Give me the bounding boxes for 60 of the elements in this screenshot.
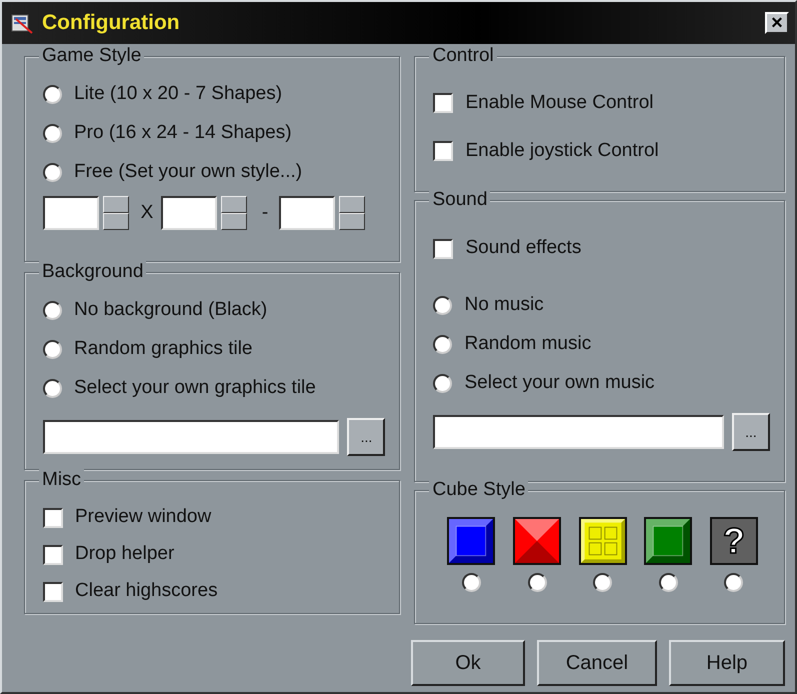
- option-label: Select your own music: [464, 371, 655, 396]
- radio-button[interactable]: [433, 296, 452, 315]
- path-field[interactable]: [43, 420, 340, 454]
- radio-button[interactable]: [433, 374, 452, 393]
- dialog-button[interactable]: Ok: [411, 640, 525, 686]
- spin-buttons[interactable]: [103, 196, 129, 230]
- checkbox-label: Clear highscores: [75, 579, 218, 604]
- radio-button[interactable]: [43, 163, 62, 182]
- group-title: Game Style: [39, 45, 144, 67]
- checkbox-label: Drop helper: [75, 542, 174, 566]
- window-title: Configuration: [42, 10, 181, 36]
- radio-button[interactable]: [43, 340, 62, 359]
- checkbox-label: Enable joystick Control: [465, 138, 659, 163]
- checkbox[interactable]: [43, 508, 63, 528]
- radio-button[interactable]: [43, 85, 62, 104]
- option-label: Free (Set your own style...): [74, 160, 302, 184]
- checkbox[interactable]: [433, 141, 454, 161]
- option-label: Pro (16 x 24 - 14 Shapes): [74, 121, 292, 146]
- dialog-button[interactable]: Cancel: [537, 640, 657, 686]
- browse-button[interactable]: ...: [732, 413, 770, 451]
- close-button[interactable]: ×: [765, 12, 789, 34]
- radio-button[interactable]: [724, 573, 744, 592]
- cube-tile[interactable]: ?: [710, 517, 758, 565]
- group-title: Background: [39, 261, 146, 283]
- number-field[interactable]: [43, 196, 99, 230]
- checkbox[interactable]: [43, 582, 63, 602]
- separator-text: X: [140, 200, 154, 225]
- radio-button[interactable]: [528, 573, 547, 592]
- checkbox[interactable]: [433, 93, 454, 113]
- radio-button[interactable]: [43, 301, 62, 320]
- checkbox[interactable]: [43, 544, 63, 564]
- radio-button[interactable]: [433, 335, 452, 354]
- number-field[interactable]: [161, 196, 217, 230]
- option-label: Random graphics tile: [74, 337, 252, 362]
- cube-tile[interactable]: [447, 517, 496, 565]
- radio-button[interactable]: [43, 124, 62, 143]
- radio-button[interactable]: [43, 379, 62, 398]
- radio-button[interactable]: [593, 573, 612, 592]
- cube-tile[interactable]: [644, 517, 692, 565]
- spin-buttons[interactable]: [221, 196, 247, 230]
- browse-button[interactable]: ...: [347, 418, 386, 456]
- path-field[interactable]: [433, 415, 724, 449]
- checkbox-label: Sound effects: [465, 236, 582, 260]
- checkbox[interactable]: [433, 238, 454, 258]
- option-label: Random music: [464, 332, 592, 356]
- option-label: No music: [464, 293, 544, 318]
- option-label: Lite (10 x 20 - 7 Shapes): [74, 82, 282, 106]
- option-label: No background (Black): [74, 298, 268, 322]
- separator-text: -: [260, 200, 270, 225]
- group-title: Cube Style: [429, 479, 528, 501]
- cube-tile[interactable]: [578, 517, 627, 565]
- number-field[interactable]: [279, 196, 335, 230]
- dialog-button[interactable]: Help: [669, 640, 785, 686]
- spin-buttons[interactable]: [339, 196, 365, 230]
- checkbox-label: Enable Mouse Control: [465, 90, 654, 115]
- cube-tile[interactable]: [513, 517, 562, 565]
- checkbox-label: Preview window: [75, 505, 212, 530]
- option-label: Select your own graphics tile: [74, 376, 316, 400]
- radio-button[interactable]: [462, 573, 481, 592]
- radio-button[interactable]: [658, 573, 678, 592]
